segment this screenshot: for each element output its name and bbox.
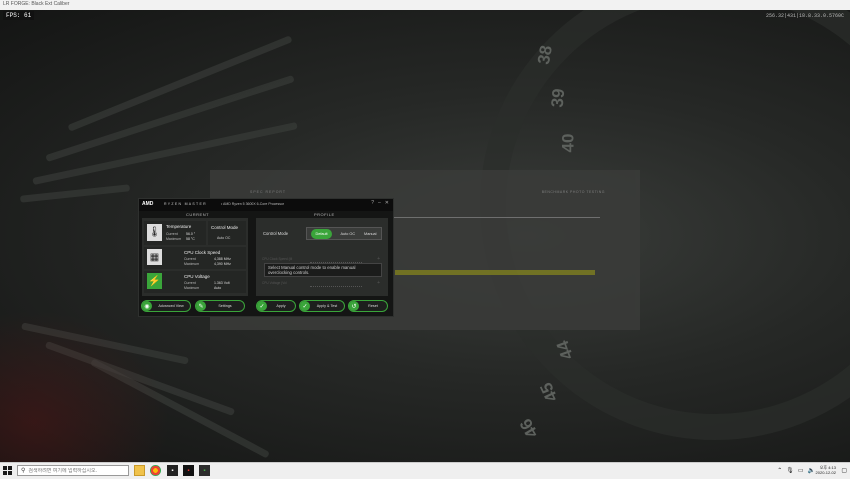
version-readout: 256.32|431|18.8.33.0.5760C: [765, 13, 844, 19]
close-icon[interactable]: ✕: [385, 200, 389, 206]
apply-test-button[interactable]: ✓ Apply & Test: [299, 300, 345, 312]
profile-header: PROFILE: [314, 212, 335, 217]
reset-button[interactable]: ↺ Reset: [348, 300, 388, 312]
fps-counter: FPS: 61: [3, 11, 35, 20]
mode-manual-option[interactable]: Manual: [364, 232, 376, 236]
profile-control-mode-label: Control Mode: [263, 231, 289, 236]
control-mode-value: Auto OC: [217, 236, 231, 240]
dial-number: 38: [533, 43, 556, 66]
progress-bar: [395, 270, 595, 275]
current-label: Current: [184, 257, 196, 261]
terminal-icon[interactable]: ▪: [167, 465, 178, 476]
address-text: LR FORGE: Black Ext Caliber: [3, 1, 70, 7]
advanced-view-label: Advanced View: [158, 304, 184, 308]
settings-button[interactable]: ✎ Settings: [195, 300, 245, 312]
slider-track: [310, 286, 362, 287]
maximum-label: Maximum: [184, 262, 200, 266]
voltage-tile: ⚡ CPU Voltage Current 1.363 Volt Maximum…: [144, 271, 246, 293]
divider: [390, 217, 600, 218]
background-window-right-title: BENCHMARK PHOTO TESTING: [541, 190, 605, 194]
eye-icon: ◉: [142, 301, 152, 311]
reset-icon: ↺: [349, 301, 359, 311]
network-icon[interactable]: ▭: [798, 467, 804, 474]
reset-label: Reset: [368, 304, 378, 308]
control-mode-tile: Control Mode Auto OC: [208, 221, 246, 245]
apply-test-label: Apply & Test: [316, 304, 338, 308]
plus-icon: +: [377, 280, 380, 286]
voltage-current-value: 1.363 Volt: [214, 281, 230, 285]
notification-icon[interactable]: ▢: [841, 467, 847, 474]
check-icon: ✓: [257, 301, 267, 311]
system-tray: ⌃ 🎙 ▭ 🔈: [777, 467, 815, 474]
minimize-icon[interactable]: –: [378, 200, 381, 206]
dial-number: 39: [547, 87, 569, 109]
settings-label: Settings: [218, 304, 232, 308]
mode-auto-oc-option[interactable]: Auto OC: [341, 232, 356, 236]
voltage-slider-label: CPU Voltage (Vol: [262, 281, 287, 285]
settings-icon: ✎: [196, 301, 206, 311]
clock-speed-label: CPU Clock Speed: [184, 250, 221, 255]
current-header: CURRENT: [186, 212, 210, 217]
temperature-label: Temperature: [166, 224, 192, 229]
amd-app-icon[interactable]: ▪: [183, 465, 194, 476]
clock-date: 2020-12-02: [815, 470, 836, 475]
search-input[interactable]: [28, 467, 124, 474]
current-label: Current: [184, 281, 196, 285]
chip-icon: ▦: [147, 249, 162, 265]
search-icon: ⚲: [21, 468, 26, 474]
clock-max-value: 4,390 MHz: [214, 262, 231, 266]
clock-speed-tile: ▦ CPU Clock Speed Current 4,388 MHz Maxi…: [144, 247, 246, 269]
apply-button[interactable]: ✓ Apply: [256, 300, 296, 312]
voltage-slider: CPU Voltage (Vol +: [262, 279, 380, 291]
voltage-label: CPU Voltage: [184, 274, 210, 279]
control-mode-selector: Default Auto OC Manual: [306, 227, 382, 240]
control-mode-label: Control Mode: [211, 225, 239, 230]
taskbar-clock[interactable]: 오후 4:13 2020-12-02: [816, 465, 836, 475]
temperature-current-value: 56.0 °: [186, 232, 196, 236]
maximum-label: Maximum: [184, 286, 200, 290]
maximum-label: Maximum: [166, 237, 182, 241]
dial-number: 45: [536, 379, 562, 405]
taskbar: ⚲ ▪ ▪ ▪ ⌃ 🎙 ▭ 🔈 오후 4:13 2020-12-02 ▢: [0, 462, 850, 479]
apply-label: Apply: [276, 304, 286, 308]
search-box[interactable]: ⚲: [17, 465, 129, 476]
advanced-view-button[interactable]: ◉ Advanced View: [141, 300, 191, 312]
processor-name: • AMD Ryzen 5 3600X 6-Core Processor: [221, 202, 285, 206]
mode-default-option[interactable]: Default: [311, 228, 332, 239]
microphone-icon[interactable]: 🎙: [786, 467, 794, 474]
check-icon: ✓: [300, 301, 310, 311]
monitor-app-icon[interactable]: ▪: [199, 465, 210, 476]
volume-icon[interactable]: 🔈: [808, 467, 815, 474]
file-explorer-icon[interactable]: [134, 465, 145, 476]
clock-slider-label: CPU Clock Speed (M: [262, 257, 293, 261]
red-glow: [0, 310, 170, 462]
voltage-max-value: Auto: [214, 286, 222, 290]
help-icon[interactable]: ?: [371, 200, 374, 206]
manual-mode-tooltip: Select Manual control mode to enable man…: [264, 263, 382, 277]
current-label: Current: [166, 232, 178, 236]
dial-number: 40: [558, 133, 578, 153]
title-bar[interactable]: AMD RYZEN MASTER • AMD Ryzen 5 3600X 6-C…: [139, 199, 393, 211]
lightning-icon: ⚡: [147, 273, 162, 289]
background-window-title: SPEC REPORT: [250, 190, 287, 194]
amd-logo: AMD: [142, 201, 154, 207]
windows-start-icon[interactable]: [3, 466, 12, 475]
chevron-up-icon[interactable]: ⌃: [777, 467, 782, 474]
app-name: RYZEN MASTER: [164, 202, 207, 206]
chrome-icon[interactable]: [150, 465, 161, 476]
temperature-max-value: 58 °C: [186, 237, 195, 241]
dial-number: 46: [516, 415, 542, 442]
plus-icon: +: [377, 256, 380, 262]
thermometer-icon: 🌡: [147, 224, 162, 241]
temperature-tile: 🌡 Temperature Current 56.0 ° Maximum 58 …: [144, 221, 206, 245]
clock-current-value: 4,388 MHz: [214, 257, 231, 261]
